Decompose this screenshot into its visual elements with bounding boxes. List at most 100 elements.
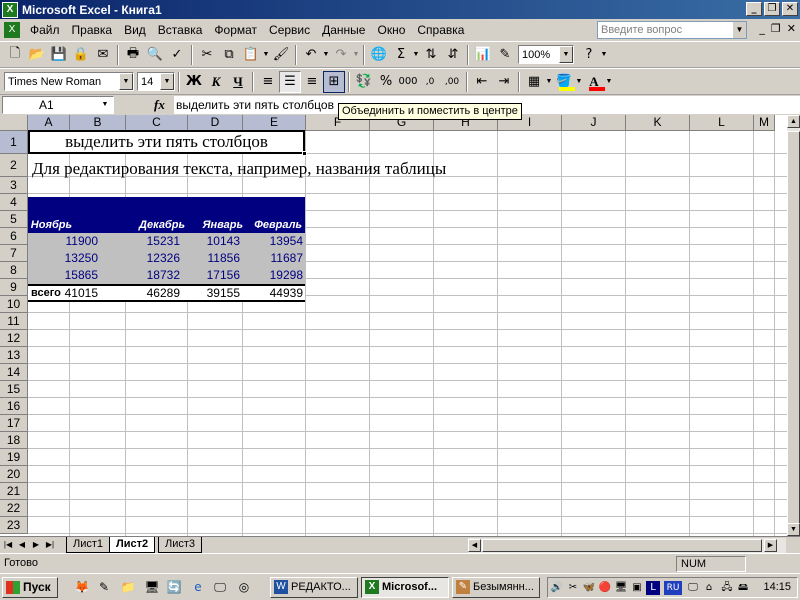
row-header-9[interactable]: 9	[0, 279, 28, 296]
row-header-23[interactable]: 23	[0, 517, 28, 534]
menu-data[interactable]: Данные	[316, 21, 371, 39]
autosum-icon[interactable]: Σ	[390, 44, 412, 66]
scroll-left-icon[interactable]: ◀	[468, 539, 481, 552]
help-dropdown-icon[interactable]: ▼	[600, 51, 608, 58]
row-header-18[interactable]: 18	[0, 432, 28, 449]
row-header-21[interactable]: 21	[0, 483, 28, 500]
sheet-tab-2[interactable]: Лист2	[109, 537, 156, 553]
tray-icon-2[interactable]: ✂	[566, 581, 580, 595]
quicklaunch-icon-7[interactable]: 🖵	[212, 579, 228, 595]
doc-restore-button[interactable]: ❐	[771, 22, 781, 35]
paste-dropdown-icon[interactable]: ▼	[262, 51, 270, 58]
scroll-down-icon[interactable]: ▼	[787, 523, 800, 536]
scroll-up-icon[interactable]: ▲	[787, 115, 800, 128]
fill-color-dropdown-icon[interactable]: ▼	[575, 78, 583, 85]
tray-icon-12[interactable]: 🖴	[736, 581, 750, 595]
font-color-dropdown-icon[interactable]: ▼	[605, 78, 613, 85]
help-icon[interactable]: ?	[578, 44, 600, 66]
borders-dropdown-icon[interactable]: ▼	[545, 78, 553, 85]
language-indicator[interactable]: RU	[664, 581, 682, 595]
help-question-input[interactable]: Введите вопрос ▼	[597, 21, 747, 39]
menu-file[interactable]: Файл	[24, 21, 66, 39]
row-header-17[interactable]: 17	[0, 415, 28, 432]
cut-icon[interactable]: ✂	[196, 44, 218, 66]
menu-insert[interactable]: Вставка	[152, 21, 209, 39]
column-header-d[interactable]: D	[188, 115, 243, 131]
italic-button[interactable]: К	[205, 71, 227, 93]
print-icon[interactable]: 🖶	[122, 44, 144, 66]
percent-button[interactable]: %	[375, 71, 397, 93]
increase-decimal-icon[interactable]: ,0	[419, 71, 441, 93]
row-header-7[interactable]: 7	[0, 245, 28, 262]
tray-icon-4[interactable]: 🔴	[598, 581, 612, 595]
row-header-13[interactable]: 13	[0, 347, 28, 364]
last-sheet-icon[interactable]: ▶|	[44, 538, 56, 552]
bold-button[interactable]: Ж	[183, 71, 205, 93]
sort-descending-icon[interactable]: ⇵	[442, 44, 464, 66]
table-cell[interactable]: 12326	[147, 251, 180, 265]
minimize-button[interactable]: _	[746, 2, 762, 16]
currency-icon[interactable]: 💱	[353, 71, 375, 93]
tray-icon-9[interactable]: 🖵	[686, 581, 700, 595]
total-cell[interactable]: 44939	[270, 286, 303, 301]
sheet-tab-3[interactable]: Лист3	[158, 537, 203, 553]
task-button-paint[interactable]: ✎ Безымянн...	[452, 577, 540, 598]
save-icon[interactable]: 💾	[48, 44, 70, 66]
quicklaunch-icon-1[interactable]: 🦊	[74, 579, 90, 595]
tray-icon-6[interactable]: ▣	[630, 581, 644, 595]
doc-minimize-button[interactable]: _	[759, 22, 765, 35]
select-all-button[interactable]	[0, 115, 28, 131]
task-button-excel[interactable]: X Microsof...	[361, 577, 449, 598]
decrease-decimal-icon[interactable]: ,00	[441, 71, 463, 93]
start-button[interactable]: Пуск	[2, 577, 58, 598]
table-cell[interactable]: 11856	[208, 251, 240, 265]
menu-view[interactable]: Вид	[118, 21, 152, 39]
row-header-22[interactable]: 22	[0, 500, 28, 517]
name-box[interactable]: A1 ▼	[2, 96, 114, 114]
row-header-11[interactable]: 11	[0, 313, 28, 330]
row-header-15[interactable]: 15	[0, 381, 28, 398]
column-header-m[interactable]: M	[754, 115, 775, 131]
open-folder-icon[interactable]: 📂	[26, 44, 48, 66]
menu-edit[interactable]: Правка	[66, 21, 119, 39]
align-right-icon[interactable]: ≡	[301, 71, 323, 93]
chevron-down-icon[interactable]: ▼	[160, 73, 174, 90]
table-cell[interactable]: 11900	[66, 234, 98, 248]
chevron-down-icon[interactable]: ▼	[559, 46, 573, 63]
column-header-a[interactable]: A	[28, 115, 70, 131]
row-header-20[interactable]: 20	[0, 466, 28, 483]
quicklaunch-icon-5[interactable]: 🔄	[166, 579, 182, 595]
table-cell[interactable]: 15231	[147, 234, 180, 248]
prev-sheet-icon[interactable]: ◀	[16, 538, 28, 552]
table-cell[interactable]: 15865	[65, 268, 98, 282]
column-header-e[interactable]: E	[243, 115, 306, 131]
vertical-scrollbar[interactable]: ▲ ▼	[787, 115, 800, 536]
undo-dropdown-icon[interactable]: ▼	[322, 51, 330, 58]
quicklaunch-icon-3[interactable]: 📁	[120, 579, 136, 595]
table-cell[interactable]: 11687	[271, 251, 303, 265]
decrease-indent-icon[interactable]: ⇤	[471, 71, 493, 93]
font-size-select[interactable]: 14 ▼	[137, 72, 175, 91]
row-header-12[interactable]: 12	[0, 330, 28, 347]
borders-icon[interactable]: ▦	[523, 71, 545, 93]
quicklaunch-icon-8[interactable]: ◎	[236, 579, 252, 595]
hyperlink-icon[interactable]: 🌐	[368, 44, 390, 66]
copy-icon[interactable]: ⧉	[218, 44, 240, 66]
align-left-icon[interactable]: ≡	[257, 71, 279, 93]
scroll-right-icon[interactable]: ▶	[764, 539, 777, 552]
permission-icon[interactable]: 🔒	[70, 44, 92, 66]
chevron-down-icon[interactable]: ▼	[119, 73, 133, 90]
total-cell[interactable]: 41015	[65, 286, 98, 301]
sheet-tab-1[interactable]: Лист1	[66, 537, 111, 553]
tray-icon-5[interactable]: 🖥	[614, 581, 628, 595]
row-header-2[interactable]: 2	[0, 154, 28, 177]
column-header-k[interactable]: K	[626, 115, 690, 131]
font-name-select[interactable]: Times New Roman ▼	[4, 72, 134, 91]
merged-cell-a1[interactable]: выделить эти пять столбцов	[28, 130, 307, 156]
menu-help[interactable]: Справка	[411, 21, 470, 39]
row-header-1[interactable]: 1	[0, 131, 28, 154]
increase-indent-icon[interactable]: ⇥	[493, 71, 515, 93]
paste-icon[interactable]: 📋	[240, 44, 262, 66]
thousands-separator-button[interactable]: 000	[397, 71, 419, 93]
next-sheet-icon[interactable]: ▶	[30, 538, 42, 552]
